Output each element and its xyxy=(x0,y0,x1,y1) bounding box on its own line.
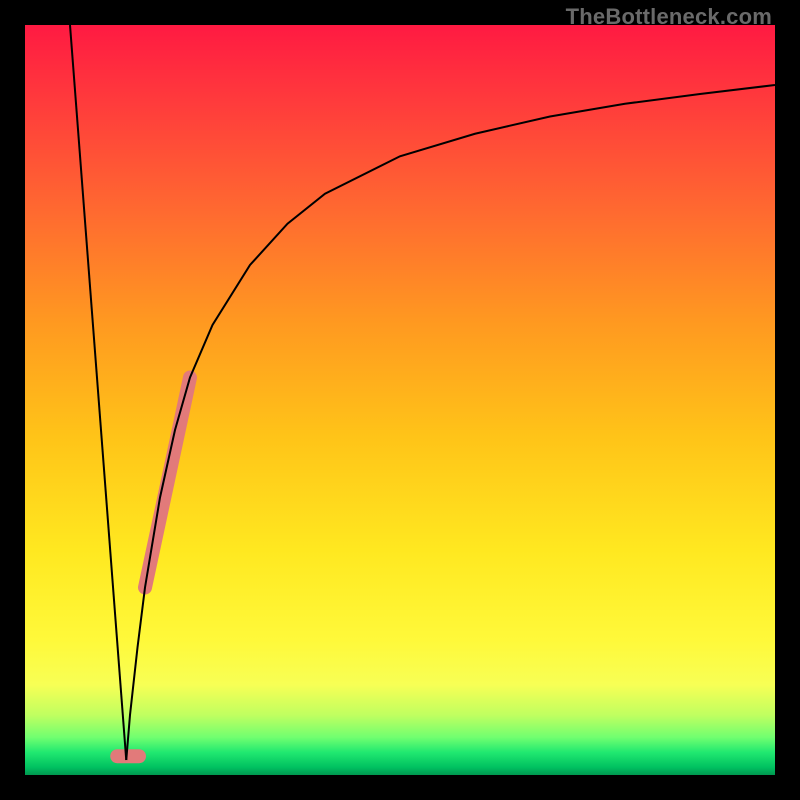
series-right-arm xyxy=(126,85,775,760)
watermark-label: TheBottleneck.com xyxy=(566,4,772,30)
chart-frame: TheBottleneck.com xyxy=(0,0,800,800)
plot-area xyxy=(25,25,775,775)
chart-svg xyxy=(25,25,775,775)
series-highlight-segment xyxy=(145,378,190,588)
series-left-arm xyxy=(70,25,126,760)
